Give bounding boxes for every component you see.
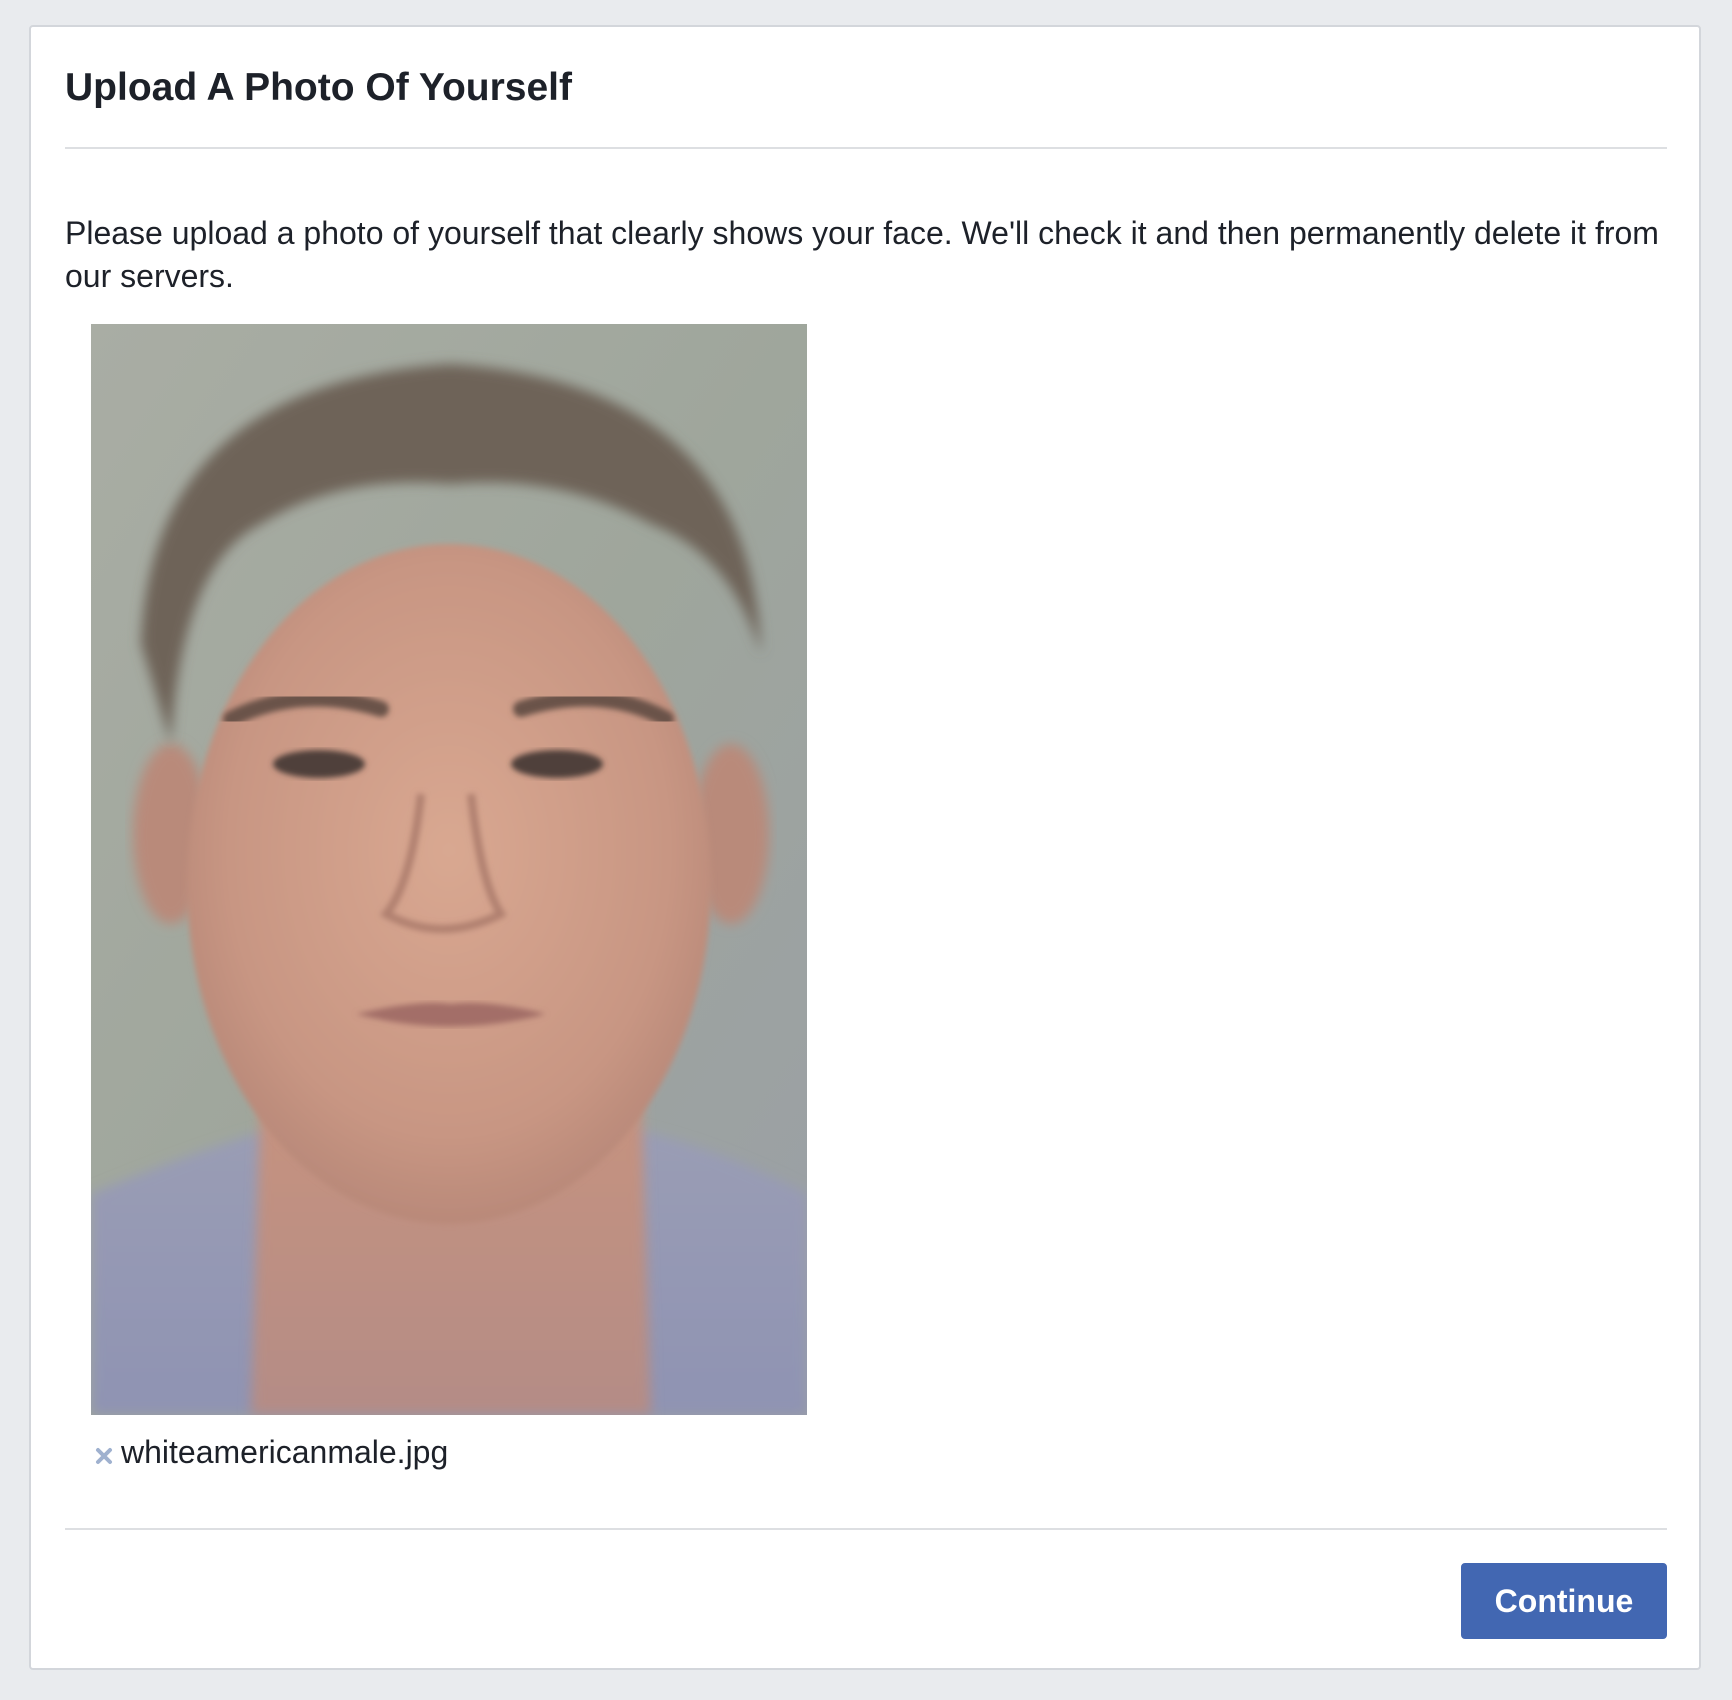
uploaded-photo-preview <box>91 324 807 1415</box>
dialog-title: Upload A Photo Of Yourself <box>65 66 572 109</box>
file-name: whiteamericanmale.jpg <box>121 1433 449 1470</box>
upload-photo-dialog: Upload A Photo Of Yourself Please upload… <box>29 25 1701 1670</box>
footer-divider <box>65 1528 1667 1530</box>
close-icon[interactable] <box>93 1445 115 1467</box>
continue-button[interactable]: Continue <box>1461 1563 1667 1639</box>
uploaded-file-row: whiteamericanmale.jpg <box>93 1432 448 1472</box>
instructions-text: Please upload a photo of yourself that c… <box>65 215 1659 294</box>
header-divider <box>65 147 1667 149</box>
